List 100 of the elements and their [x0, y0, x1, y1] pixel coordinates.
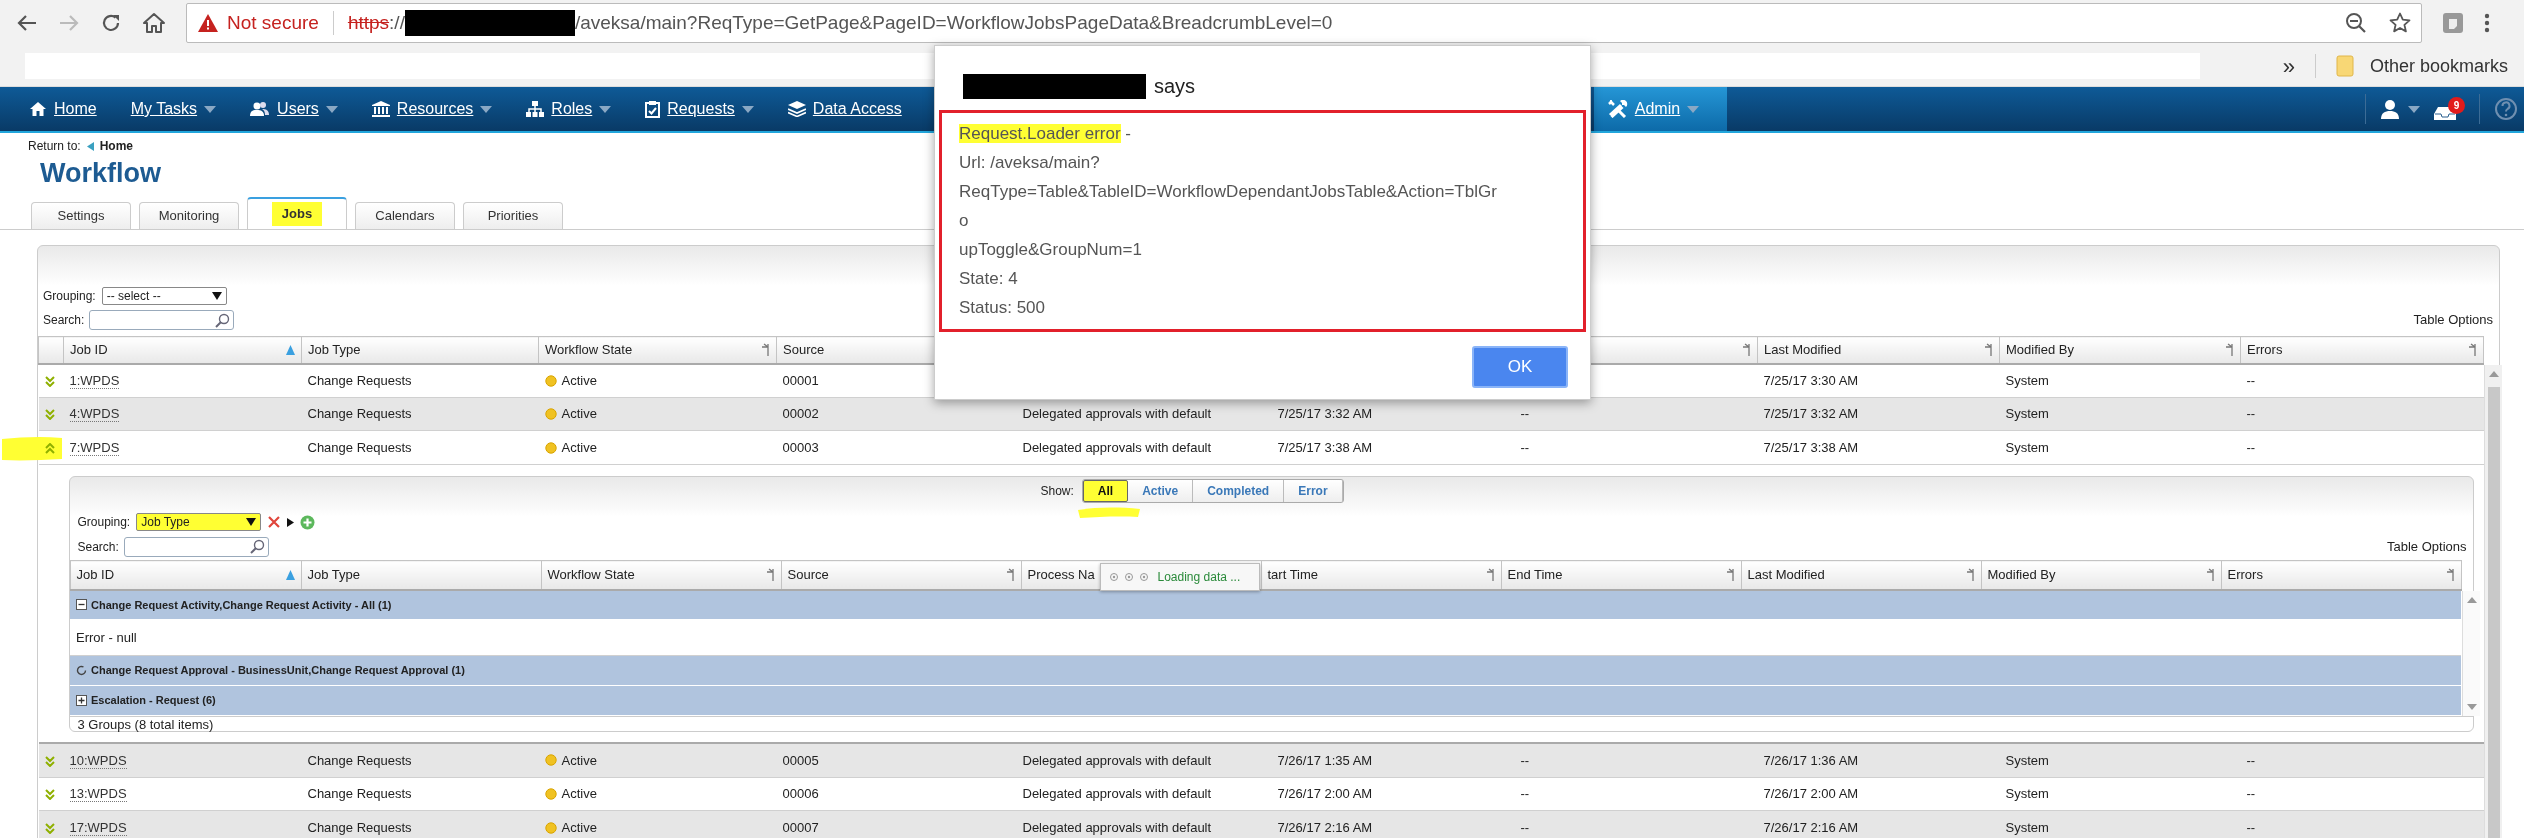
expand-icon[interactable] [44, 409, 55, 421]
scrollbar[interactable] [2484, 365, 2502, 838]
clear-icon[interactable] [267, 515, 282, 530]
sort-icon [1983, 342, 1993, 357]
address-bar[interactable]: Not secure https:// /aveksa/main?ReqType=GetPage&PageID=WorkflowJobsPageData&BreadcrumbLevel=0 [186, 3, 2422, 43]
table-options-link[interactable]: Table Options [2413, 310, 2493, 330]
tab[interactable]: Priorities [463, 202, 563, 229]
star-icon[interactable] [2389, 12, 2411, 34]
column-header[interactable]: Source [781, 560, 1021, 590]
column-header[interactable]: Last Modified [1741, 560, 1981, 590]
nav-item[interactable]: Home [12, 87, 114, 131]
filter-button[interactable]: Error [1284, 480, 1343, 503]
search-field[interactable] [123, 537, 269, 557]
grouping-label: Grouping: [77, 514, 131, 532]
nav-item[interactable]: Resources [354, 87, 510, 131]
group-label[interactable]: Change Request Activity,Change Request Activity - All (1) [91, 596, 392, 614]
nav-item[interactable]: Data Access [770, 87, 919, 131]
security-warning[interactable]: Not secure [227, 8, 319, 38]
scrollbar[interactable] [2461, 591, 2480, 717]
column-header[interactable]: Job Type [301, 336, 539, 364]
reload-icon[interactable] [100, 12, 122, 34]
column-header[interactable]: Job ID [63, 336, 302, 364]
search-field[interactable] [89, 310, 234, 330]
overflow-chevron[interactable]: » [2282, 49, 2295, 83]
column-header[interactable]: tart Time [1261, 560, 1501, 590]
zoom-out-icon[interactable] [2345, 12, 2367, 34]
message-line: o [959, 210, 970, 232]
message-line: Url: /aveksa/main? [959, 152, 1101, 174]
table-options-link[interactable]: Table Options [2387, 537, 2467, 557]
collapse-group-icon[interactable] [76, 599, 87, 611]
column-header[interactable]: Process Na Loading data ... [1021, 560, 1261, 590]
expand-icon[interactable] [44, 822, 55, 834]
sort-icon [285, 570, 295, 580]
help-icon[interactable] [2494, 97, 2518, 121]
tab[interactable]: Calendars [355, 202, 455, 229]
column-header[interactable]: Workflow State [538, 336, 777, 364]
ok-button[interactable]: OK [1472, 346, 1568, 388]
tab[interactable]: Jobs [247, 197, 347, 229]
filter-button[interactable]: Completed [1193, 480, 1285, 503]
table-cell: 7/25/17 3:30 AM [1757, 363, 2000, 398]
expand-icon[interactable] [44, 789, 55, 801]
collapse-icon[interactable] [44, 443, 55, 455]
caret-icon [1687, 105, 1700, 113]
table-cell: -- [2240, 810, 2484, 838]
play-icon[interactable] [287, 518, 295, 527]
table-cell: System [1999, 810, 2241, 838]
hierarchy-icon [526, 101, 545, 117]
job-link[interactable]: 7:WPDS [69, 440, 120, 457]
search-icon[interactable] [249, 539, 265, 555]
page-title: Workflow [40, 157, 161, 189]
filter-button[interactable]: Active [1128, 480, 1194, 503]
job-link[interactable]: 1:WPDS [69, 372, 120, 389]
job-link[interactable]: 13:WPDS [69, 786, 127, 803]
spinner-icon[interactable] [76, 665, 87, 677]
table-cell: System [1999, 777, 2241, 811]
job-link[interactable]: 4:WPDS [69, 406, 120, 423]
group-label[interactable]: Escalation - Request (6) [91, 692, 216, 709]
job-link[interactable]: 10:WPDS [69, 752, 127, 769]
home-icon[interactable] [142, 12, 166, 34]
expand-icon[interactable] [44, 375, 55, 387]
column-header[interactable]: Errors [2221, 560, 2461, 590]
job-link[interactable]: 17:WPDS [69, 819, 127, 836]
nav-item[interactable]: Users [233, 87, 355, 131]
table-cell: 7/25/17 3:38 AM [1271, 430, 1515, 465]
nav-item[interactable]: Requests [628, 87, 771, 131]
filter-button[interactable]: All [1082, 480, 1129, 503]
table-cell: -- [2240, 743, 2484, 777]
grouping-select[interactable]: Job Type [136, 513, 262, 532]
column-header[interactable]: Job ID [70, 560, 301, 590]
column-header[interactable]: End Time [1501, 560, 1741, 590]
clipboard-icon [645, 100, 661, 118]
column-header[interactable]: Modified By [1981, 560, 2221, 590]
notifications[interactable]: 9 [2434, 97, 2465, 121]
expand-group-icon[interactable] [76, 695, 87, 707]
expand-icon[interactable] [44, 755, 55, 767]
status-text: Active [561, 785, 597, 804]
nav-item[interactable]: Roles [509, 87, 629, 131]
add-icon[interactable] [300, 515, 316, 530]
nav-item[interactable]: My Tasks [113, 87, 234, 131]
breadcrumb-link[interactable]: Home [99, 137, 134, 155]
caret-icon [204, 105, 217, 113]
table-cell: 7/26/17 1:36 AM [1757, 743, 2000, 777]
column-header[interactable]: Errors [2240, 336, 2484, 364]
search-icon[interactable] [215, 312, 230, 328]
grouping-select[interactable]: -- select -- [101, 287, 227, 305]
column-header[interactable]: Workflow State [541, 560, 781, 590]
group-label[interactable]: Change Request Approval - BusinessUnit,Change Request Approval (1) [91, 662, 465, 679]
column-header[interactable]: Last Modified [1757, 336, 2000, 364]
status-icon [544, 821, 557, 834]
tab[interactable]: Monitoring [139, 202, 239, 229]
bookmark-folder[interactable]: Other bookmarks [2335, 52, 2508, 80]
table-cell: Change Requests [301, 810, 539, 838]
tab[interactable]: Settings [31, 202, 131, 229]
menu-icon[interactable] [2484, 12, 2490, 34]
caret-icon [2408, 105, 2420, 113]
nav-item[interactable]: Admin [1593, 87, 1728, 131]
column-header[interactable]: Job Type [301, 560, 541, 590]
extension-icon[interactable] [2442, 12, 2464, 34]
user-menu[interactable] [2380, 99, 2420, 119]
column-header[interactable]: Modified By [1999, 336, 2241, 364]
